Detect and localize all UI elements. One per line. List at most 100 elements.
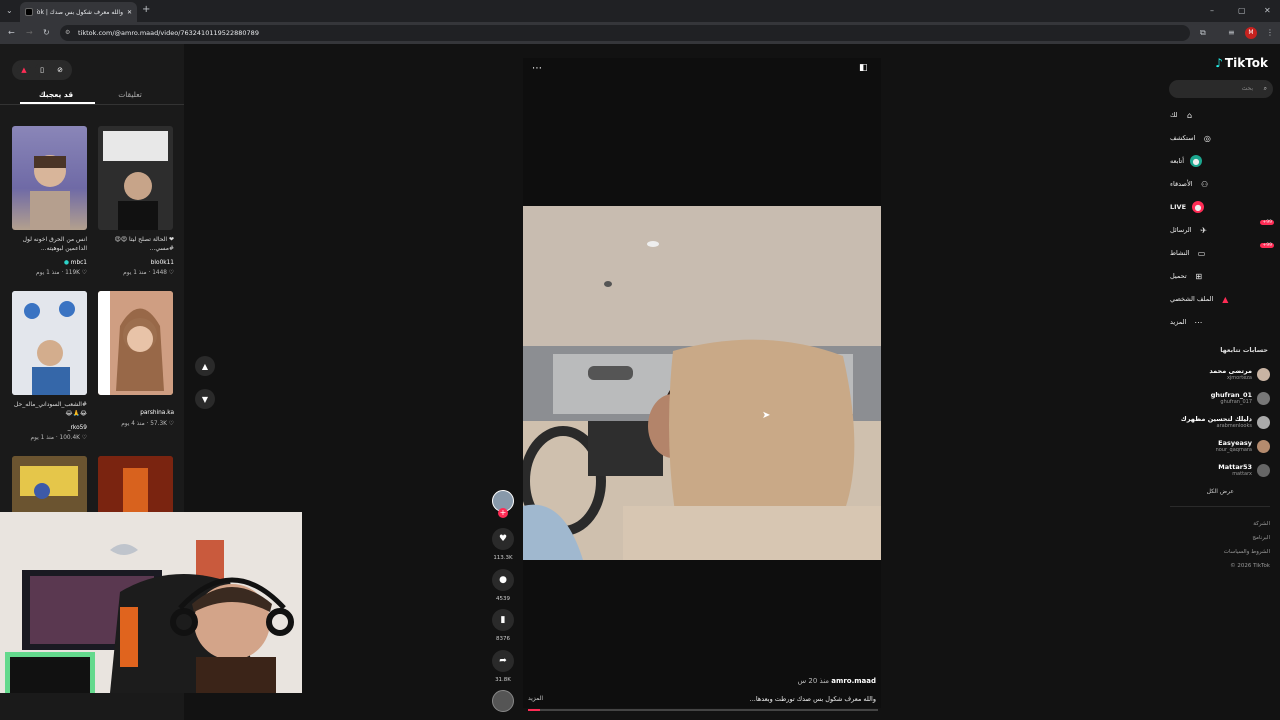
see-all-link[interactable]: عرض الكل: [1207, 488, 1234, 495]
following-account[interactable]: Mattar53 mattarx: [1162, 458, 1270, 482]
comment-icon: ●: [499, 575, 507, 585]
save-count: 8376: [496, 636, 510, 642]
video-thumbnail[interactable]: [12, 126, 87, 230]
alert-icon[interactable]: ▲: [17, 63, 31, 77]
search-input[interactable]: بحث ⌕: [1169, 80, 1273, 98]
live-icon: ●: [1192, 201, 1205, 213]
video-thumbnail[interactable]: [98, 456, 173, 514]
video-thumbnail[interactable]: [12, 456, 87, 514]
account-avatar: [1257, 463, 1270, 477]
account-handle: nour_qaqmara: [1215, 447, 1252, 453]
video-author[interactable]: rko59_: [7, 425, 87, 431]
search-icon[interactable]: ⌕: [1264, 80, 1267, 98]
nav-upload[interactable]: ⊞ تحميل: [1170, 266, 1270, 286]
video-author[interactable]: mbc1 ●: [7, 260, 87, 266]
browser-tab[interactable]: والله معرف شكول بس صدك | TikTok ✕: [20, 2, 137, 22]
account-handle: xjmorteza: [1226, 375, 1252, 381]
video-author-name[interactable]: amro.maad: [831, 677, 876, 685]
tab-divider: [0, 104, 184, 105]
nav-messages[interactable]: ✈ الرسائل 99+: [1170, 220, 1274, 240]
footer-link-company[interactable]: الشركة: [1170, 517, 1270, 531]
volume-icon[interactable]: ◧: [859, 63, 868, 73]
video-thumbnail[interactable]: [98, 126, 173, 230]
search-placeholder: بحث: [1241, 85, 1253, 92]
activity-icon: ▭: [1197, 248, 1206, 258]
new-tab-icon[interactable]: +: [142, 2, 150, 18]
video-thumbnail[interactable]: [12, 291, 87, 395]
friends-icon: ⚇: [1201, 179, 1209, 189]
account-name: ghufran_01: [1210, 391, 1252, 399]
sidebar-footer: الشركة البرنامج الشروط والسياسات © 2026 …: [1170, 517, 1270, 573]
minimize-icon[interactable]: –: [1210, 3, 1214, 19]
profile-avatar[interactable]: M: [1245, 27, 1257, 39]
nav-profile[interactable]: ▲ الملف الشخصي: [1170, 289, 1270, 309]
progress-track[interactable]: [528, 709, 878, 711]
video-thumbnail[interactable]: [98, 291, 173, 395]
heart-icon: ♡: [81, 435, 87, 441]
more-options-icon[interactable]: ⋯: [532, 63, 542, 74]
close-tab-icon[interactable]: ✕: [127, 9, 132, 16]
block-icon[interactable]: ⊘: [53, 63, 67, 77]
following-account[interactable]: مرتضى محمد xjmorteza: [1162, 362, 1270, 386]
nav-label: استكشف: [1170, 134, 1196, 142]
back-icon[interactable]: ←: [8, 25, 15, 41]
video-age: منذ 4 يوم: [121, 421, 145, 427]
tab-list-icon[interactable]: ⌄: [6, 3, 13, 19]
media-icon[interactable]: ≡: [1228, 25, 1235, 41]
footer-link-terms[interactable]: الشروط والسياسات: [1170, 545, 1270, 559]
see-more-link[interactable]: المزيد: [528, 695, 543, 702]
sound-disc-avatar[interactable]: [492, 690, 514, 712]
comment-button[interactable]: ●: [492, 569, 514, 591]
nav-explore[interactable]: ◎ استكشف: [1170, 128, 1270, 148]
site-info-icon[interactable]: ⚙: [65, 25, 70, 41]
account-avatar: [1257, 367, 1270, 381]
comment-count: 4539: [496, 596, 510, 602]
device-icon[interactable]: ▯: [35, 63, 49, 77]
next-video-button[interactable]: ▼: [195, 389, 215, 409]
streamer-webcam-feed: [0, 512, 302, 693]
address-bar[interactable]: ⚙ tiktok.com/@amro.maad/video/7632410119…: [60, 25, 1190, 41]
profile-icon: ▲: [1222, 294, 1229, 304]
tiktok-logo[interactable]: ♪ TikTok: [1215, 56, 1268, 70]
following-account[interactable]: ghufran_01 ghufran_017: [1162, 386, 1270, 410]
tab-comments[interactable]: تعليقات: [95, 90, 165, 99]
nav-more[interactable]: ⋯ المزيد: [1170, 312, 1270, 332]
like-button[interactable]: ♥: [492, 528, 514, 550]
video-caption: والله معرف شكول بس صدك تورطت وبعدها...: [749, 695, 876, 703]
nav-activity[interactable]: ▭ النشاط 99+: [1170, 243, 1274, 263]
nav-live[interactable]: ● LIVE: [1170, 197, 1270, 217]
like-count: 57.3K: [150, 421, 167, 427]
close-window-icon[interactable]: ✕: [1264, 3, 1271, 19]
tab-you-may-like[interactable]: قد يعجبك: [21, 90, 91, 99]
account-name: مرتضى محمد: [1209, 367, 1252, 375]
extensions-icon[interactable]: ⧉: [1200, 25, 1206, 41]
video-frame[interactable]: ➤: [523, 206, 881, 560]
forward-icon[interactable]: →: [26, 25, 33, 41]
following-account[interactable]: Easyeasy nour_qaqmara: [1162, 434, 1270, 458]
video-description[interactable]: انس من الحرق اخونه لول الداعمين لبوهيته.…: [7, 235, 87, 253]
reload-icon[interactable]: ↻: [43, 25, 50, 41]
nav-friends[interactable]: ⚇ الأصدقاء: [1170, 174, 1270, 194]
follow-plus-icon[interactable]: +: [498, 508, 508, 518]
maximize-icon[interactable]: ▢: [1238, 3, 1246, 19]
video-author[interactable]: blo0k11: [94, 260, 174, 266]
live-dot-icon: ●: [63, 260, 69, 266]
video-description[interactable]: ❤ الحالة تصلح ليتا 😍😍 #مسي...: [94, 235, 174, 253]
chrome-menu-icon[interactable]: ⋮: [1266, 25, 1274, 41]
following-account[interactable]: دليلك لتحسين مظهرك arabmenlooks: [1162, 410, 1270, 434]
previous-video-button[interactable]: ▲: [195, 356, 215, 376]
footer-link-program[interactable]: البرنامج: [1170, 531, 1270, 545]
account-name: Mattar53: [1218, 463, 1252, 471]
nav-following[interactable]: ● أتابعه: [1170, 151, 1270, 171]
bookmark-button[interactable]: ▮: [492, 609, 514, 631]
messages-badge: 99+: [1260, 220, 1274, 225]
main-nav: ⌂ لك ◎ استكشف ● أتابعه ⚇ الأصدقاء ● LIVE ✈ الر…: [1170, 105, 1274, 332]
share-button[interactable]: ➦: [492, 650, 514, 672]
video-author[interactable]: parshina.ka: [94, 410, 174, 416]
car-interior-video: [523, 206, 881, 560]
logo-text: TikTok: [1224, 56, 1268, 70]
video-description[interactable]: #الشعب_السوداني_ماله_حل 😂🙏😂: [7, 400, 87, 418]
nav-for-you[interactable]: ⌂ لك: [1170, 105, 1270, 125]
like-count: 113.3K: [493, 555, 513, 561]
bookmark-icon: ▮: [500, 615, 506, 625]
